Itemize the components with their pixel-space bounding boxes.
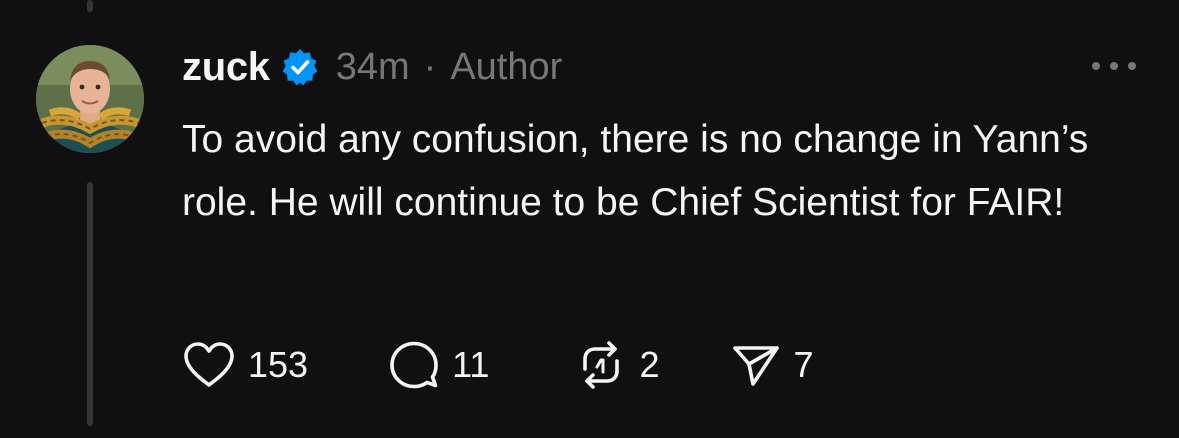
action-bar: 153 11 2 7	[182, 340, 814, 390]
like-count: 153	[248, 344, 309, 385]
post-text: To avoid any confusion, there is no chan…	[182, 118, 1089, 224]
heart-icon	[184, 342, 234, 387]
post-header: zuck 34m · Author	[182, 40, 562, 94]
thread-line-top	[87, 0, 93, 12]
username[interactable]: zuck	[182, 45, 270, 90]
dot-icon	[1092, 62, 1100, 70]
dot-icon	[1128, 62, 1136, 70]
repost-count: 2	[639, 344, 660, 385]
reply-button[interactable]: 11	[388, 339, 489, 391]
speech-bubble-icon	[390, 341, 438, 389]
share-button[interactable]: 7	[731, 342, 814, 388]
thread-line-bottom	[87, 182, 93, 426]
share-count: 7	[793, 344, 814, 385]
dot-icon	[1110, 62, 1118, 70]
more-options-icon[interactable]	[1092, 52, 1136, 80]
repost-button[interactable]: 2	[575, 339, 659, 391]
reply-count: 11	[452, 344, 490, 385]
send-icon	[733, 346, 780, 386]
author-tag: Author	[450, 45, 563, 88]
verified-badge-icon	[280, 47, 320, 87]
like-button[interactable]: 153	[182, 340, 308, 390]
repost-icon	[583, 341, 620, 389]
timestamp[interactable]: 34m	[336, 46, 410, 89]
separator-dot: ·	[423, 45, 437, 88]
avatar-image	[36, 45, 144, 153]
avatar[interactable]	[36, 45, 144, 153]
